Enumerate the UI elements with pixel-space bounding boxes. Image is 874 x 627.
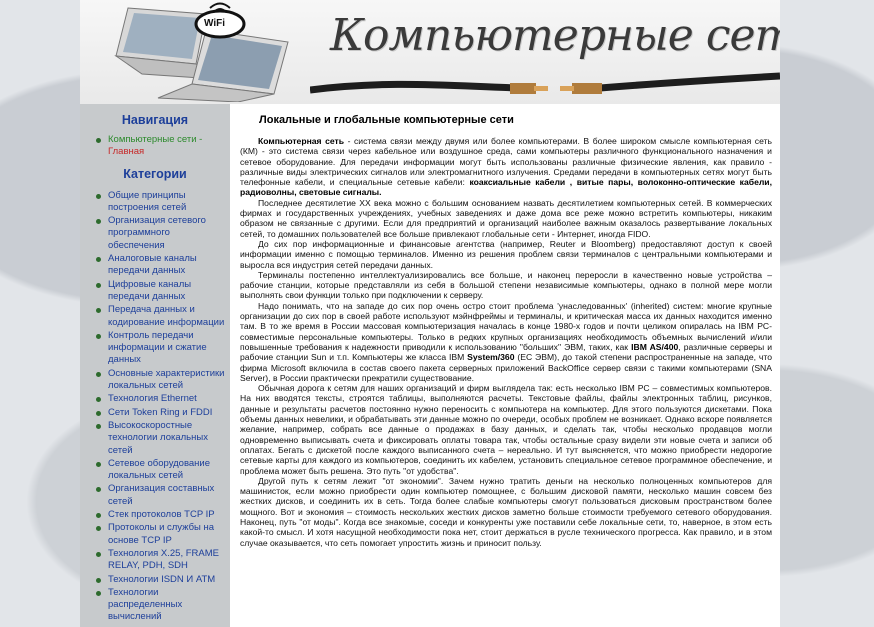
bullet-icon: [96, 551, 101, 557]
category-link[interactable]: Протоколы и службы на основе TCP IP: [108, 522, 214, 545]
bullet-icon: [96, 513, 101, 519]
category-item[interactable]: Основные характеристики локальных сетей: [94, 368, 226, 393]
paragraph: Другой путь к сетям лежит "от экономии".…: [240, 475, 772, 548]
navigation-heading: Навигация: [121, 113, 189, 127]
bullet-icon: [96, 423, 101, 429]
category-link[interactable]: Цифровые каналы передачи данных: [108, 279, 191, 302]
category-item[interactable]: Сетевое оборудование локальных сетей: [94, 458, 226, 483]
site-title: Компьютерные сети: [330, 10, 780, 61]
category-item[interactable]: Общие принципы построения сетей: [94, 190, 226, 215]
category-item[interactable]: Организация сетевого программного обеспе…: [94, 215, 226, 252]
term-bold: Компьютерная сеть: [258, 136, 345, 146]
category-item[interactable]: Цифровые каналы передачи данных: [94, 279, 226, 304]
category-item[interactable]: Стек протоколов TCP IP: [94, 509, 226, 521]
main-content: Локальные и глобальные компьютерные сети…: [230, 104, 780, 627]
bullet-icon: [96, 193, 101, 199]
category-link[interactable]: Высокоскоростные технологии локальных се…: [108, 420, 208, 456]
bullet-icon: [96, 138, 101, 143]
paragraph: Последнее десятилетие XX века можно с бо…: [240, 197, 772, 239]
wifi-label: WiFi: [204, 18, 226, 29]
category-item[interactable]: Высокоскоростные технологии локальных се…: [94, 420, 226, 457]
bullet-icon: [96, 526, 101, 532]
paragraph: Надо понимать, что на западе до сих пор …: [240, 301, 772, 383]
bullet-icon: [96, 410, 101, 416]
category-link[interactable]: Сети Token Ring и FDDI: [108, 407, 212, 418]
bold-term: IBM AS/400: [631, 341, 679, 352]
bullet-icon: [96, 487, 101, 493]
page-title: Локальные и глобальные компьютерные сети: [259, 114, 514, 126]
category-link[interactable]: Общие принципы построения сетей: [108, 190, 186, 213]
categories-list: Общие принципы построения сетей Организа…: [80, 190, 230, 624]
category-link[interactable]: Сетевое оборудование локальных сетей: [108, 458, 210, 481]
bullet-icon: [96, 219, 101, 225]
bullet-icon: [96, 333, 101, 339]
category-link[interactable]: Технология Ethernet: [108, 393, 197, 404]
category-item[interactable]: Организация составных сетей: [94, 483, 226, 508]
navigation-list: Компьютерные сети - Главная: [80, 134, 230, 159]
category-link[interactable]: Технологии распределенных вычислений: [108, 587, 182, 623]
bullet-icon: [96, 461, 101, 467]
page-container: WiFi Компьютерные сети Навигация Компьют…: [80, 0, 780, 627]
category-item[interactable]: Технологии распределенных вычислений: [94, 587, 226, 624]
network-cable-graphic: [310, 72, 780, 94]
paragraph: До сих пор информационные и финансовые а…: [240, 238, 772, 270]
bullet-icon: [96, 590, 101, 596]
category-link[interactable]: Аналоговые каналы передачи данных: [108, 253, 197, 276]
article-body: Компьютерная сеть - система связи между …: [240, 136, 772, 548]
category-item[interactable]: Аналоговые каналы передачи данных: [94, 253, 226, 278]
bullet-icon: [96, 257, 101, 263]
category-link[interactable]: Основные характеристики локальных сетей: [108, 368, 224, 391]
site-header: WiFi Компьютерные сети: [80, 0, 780, 104]
category-item[interactable]: Технологии ISDN И ATM: [94, 574, 226, 586]
category-item[interactable]: Технология X.25, FRAME RELAY, PDH, SDH: [94, 548, 226, 573]
sidebar: Навигация Компьютерные сети - Главная Ка…: [80, 104, 230, 627]
category-link[interactable]: Технологии ISDN И ATM: [108, 574, 215, 585]
category-link[interactable]: Организация сетевого программного обеспе…: [108, 215, 206, 251]
paragraph: Обычная дорога к сетям для наших организ…: [240, 383, 772, 476]
category-item[interactable]: Передача данных и кодирование информации: [94, 304, 226, 329]
paragraph: Терминалы постепенно интеллектуализирова…: [240, 269, 772, 301]
nav-item-home[interactable]: Компьютерные сети - Главная: [94, 134, 226, 159]
category-item[interactable]: Технология Ethernet: [94, 393, 226, 405]
bullet-icon: [96, 308, 101, 314]
laptops-wifi-logo: [114, 2, 289, 102]
bullet-icon: [96, 371, 101, 377]
nav-item-label[interactable]: Компьютерные сети -: [108, 134, 202, 145]
categories-heading: Категории: [123, 166, 187, 181]
category-link[interactable]: Передача данных и кодирование информации: [108, 304, 224, 327]
paragraph: Компьютерная сеть - система связи между …: [240, 136, 772, 198]
category-link[interactable]: Контроль передачи информации и сжатие да…: [108, 330, 207, 366]
category-item[interactable]: Контроль передачи информации и сжатие да…: [94, 330, 226, 367]
bold-term: System/360: [467, 352, 515, 363]
category-item[interactable]: Протоколы и службы на основе TCP IP: [94, 522, 226, 547]
nav-item-home-link[interactable]: Главная: [108, 146, 144, 157]
bullet-icon: [96, 282, 101, 288]
category-item[interactable]: Сети Token Ring и FDDI: [94, 407, 226, 419]
category-link[interactable]: Организация составных сетей: [108, 483, 214, 506]
bullet-icon: [96, 397, 101, 403]
category-link[interactable]: Технология X.25, FRAME RELAY, PDH, SDH: [108, 548, 219, 571]
category-link[interactable]: Стек протоколов TCP IP: [108, 509, 215, 520]
bullet-icon: [96, 577, 101, 583]
